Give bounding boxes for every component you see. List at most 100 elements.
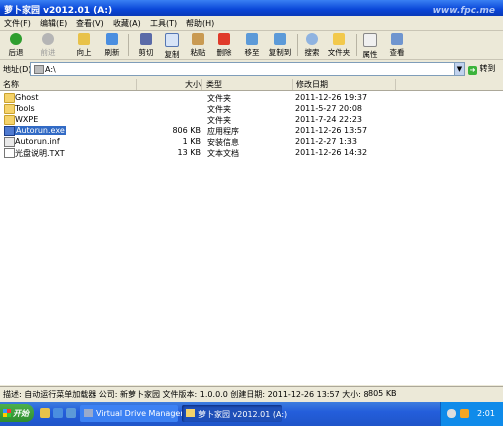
file-row[interactable]: Autorun.inf 1 KB 安装信息 2011-2-27 1:33 — [0, 137, 503, 147]
quicklaunch-folder-icon[interactable] — [40, 408, 50, 418]
menu-favorites[interactable]: 收藏(A) — [113, 18, 141, 29]
task-label: 萝卜家园 v2012.01 (A:) — [198, 410, 288, 419]
back-label: 后退 — [8, 48, 24, 57]
file-name: WXPE — [15, 115, 39, 124]
file-name: Autorun.exe — [15, 126, 66, 135]
quicklaunch-browser-icon[interactable] — [53, 408, 63, 418]
copy-to-icon — [274, 33, 286, 45]
views-button[interactable]: 查看 — [381, 33, 413, 58]
windows-logo-icon — [3, 409, 11, 417]
file-row[interactable]: WXPE 文件夹 2011-7-24 22:23 — [0, 115, 503, 125]
txt-icon — [4, 148, 15, 158]
file-type: 文件夹 — [207, 94, 231, 103]
delete-x-icon — [218, 33, 230, 45]
file-name: Autorun.inf — [15, 137, 60, 146]
column-size[interactable]: 大小 — [137, 79, 202, 90]
file-row[interactable]: 光盘说明.TXT 13 KB 文本文档 2011-12-26 14:32 — [0, 148, 503, 158]
forward-button[interactable]: 前进 — [32, 33, 64, 58]
menu-edit[interactable]: 编辑(E) — [40, 18, 67, 29]
back-button[interactable]: 后退 — [0, 33, 32, 58]
forward-label: 前进 — [40, 48, 56, 57]
exe-icon — [4, 126, 15, 136]
column-modified[interactable]: 修改日期 — [292, 79, 396, 90]
taskbar-item-virtual-drive[interactable]: Virtual Drive Manager ... — [80, 405, 194, 422]
file-size: 806 KB — [172, 126, 201, 135]
file-name: Tools — [15, 104, 35, 113]
go-button[interactable]: ➜ 转到 — [468, 63, 496, 75]
menu-file[interactable]: 文件(F) — [4, 18, 31, 29]
copy-to-label: 复制到 — [268, 48, 292, 57]
folders-button[interactable]: 文件夹 — [323, 33, 355, 58]
properties-icon — [363, 33, 377, 47]
file-type: 安装信息 — [207, 138, 239, 147]
column-header: 名称 大小 类型 修改日期 — [0, 78, 503, 91]
address-bar: 地址(D) A:\ ▼ ➜ 转到 — [0, 60, 503, 77]
file-size: 13 KB — [177, 148, 201, 157]
file-row-selected[interactable]: Autorun.exe 806 KB 应用程序 2011-12-26 13:57 — [0, 126, 503, 136]
inf-icon — [4, 137, 15, 147]
start-label: 开始 — [13, 409, 29, 418]
status-text: 描述: 自动运行菜单加载器 公司: 新萝卜家园 文件版本: 1.0.0.0 创建… — [3, 390, 369, 399]
views-label: 查看 — [389, 48, 405, 57]
refresh-icon — [106, 33, 118, 45]
menu-help[interactable]: 帮助(H) — [186, 18, 214, 29]
column-name[interactable]: 名称 — [0, 79, 137, 90]
file-row[interactable]: Tools 文件夹 2011-5-27 20:08 — [0, 104, 503, 114]
file-modified: 2011-12-26 14:32 — [295, 148, 368, 157]
refresh-button[interactable]: 刷新 — [96, 33, 128, 58]
column-type[interactable]: 类型 — [202, 79, 293, 90]
tray-icon[interactable] — [447, 409, 456, 418]
scissors-icon — [140, 33, 152, 45]
quicklaunch-desktop-icon[interactable] — [66, 408, 76, 418]
menu-view[interactable]: 查看(V) — [76, 18, 104, 29]
address-input[interactable]: A:\ — [30, 62, 464, 76]
folder-icon — [4, 93, 15, 103]
folders-label: 文件夹 — [327, 48, 351, 57]
task-label: Virtual Drive Manager ... — [96, 409, 194, 418]
go-label: 转到 — [479, 64, 496, 73]
file-type: 应用程序 — [207, 127, 239, 136]
window-title: 萝卜家园 v2012.01 (A:) — [4, 6, 113, 16]
address-dropdown-button[interactable]: ▼ — [454, 62, 465, 76]
views-icon — [391, 33, 403, 45]
file-modified: 2011-5-27 20:08 — [295, 104, 362, 113]
folder-icon — [4, 115, 15, 125]
folder-icon — [186, 409, 195, 417]
address-value: A:\ — [45, 65, 56, 74]
watermark: www.fpc.me — [432, 6, 495, 16]
system-tray: 2:01 — [440, 402, 503, 426]
search-icon — [306, 33, 318, 45]
refresh-label: 刷新 — [104, 48, 120, 57]
toolbar: 后退 前进 向上 刷新 剪切 复制 粘贴 删除 移至 复制到 搜索 文件夹 属性… — [0, 31, 503, 60]
tray-icon[interactable] — [460, 409, 469, 418]
move-to-icon — [246, 33, 258, 45]
folder-up-icon — [78, 33, 90, 45]
file-row[interactable]: Ghost 文件夹 2011-12-26 19:37 — [0, 93, 503, 103]
drive-icon — [34, 65, 44, 74]
file-type: 文本文档 — [207, 149, 239, 158]
file-name: 光盘说明.TXT — [15, 149, 65, 158]
clock: 2:01 — [477, 409, 495, 418]
app-icon — [84, 409, 93, 417]
menu-tools[interactable]: 工具(T) — [150, 18, 177, 29]
go-arrow-icon: ➜ — [468, 66, 477, 75]
taskbar: 开始 Virtual Drive Manager ... 萝卜家园 v2012.… — [0, 402, 503, 426]
address-label: 地址(D) — [3, 65, 32, 74]
folder-icon — [4, 104, 15, 114]
status-bar: 描述: 自动运行菜单加载器 公司: 新萝卜家园 文件版本: 1.0.0.0 创建… — [0, 386, 503, 400]
copy-to-button[interactable]: 复制到 — [264, 33, 296, 58]
file-name: Ghost — [15, 93, 39, 102]
folders-icon — [333, 33, 345, 45]
title-bar: 萝卜家园 v2012.01 (A:) www.fpc.me — [0, 0, 503, 16]
taskbar-item-explorer[interactable]: 萝卜家园 v2012.01 (A:) — [182, 405, 287, 422]
file-type: 文件夹 — [207, 116, 231, 125]
file-type: 文件夹 — [207, 105, 231, 114]
file-modified: 2011-12-26 19:37 — [295, 93, 368, 102]
back-arrow-icon — [10, 33, 22, 45]
menu-bar: 文件(F) 编辑(E) 查看(V) 收藏(A) 工具(T) 帮助(H) — [0, 16, 503, 31]
start-button[interactable]: 开始 — [0, 404, 34, 422]
file-modified: 2011-7-24 22:23 — [295, 115, 362, 124]
forward-arrow-icon — [42, 33, 54, 45]
file-list: 名称 大小 类型 修改日期 Ghost 文件夹 2011-12-26 19:37… — [0, 78, 503, 385]
clipboard-icon — [192, 33, 204, 45]
